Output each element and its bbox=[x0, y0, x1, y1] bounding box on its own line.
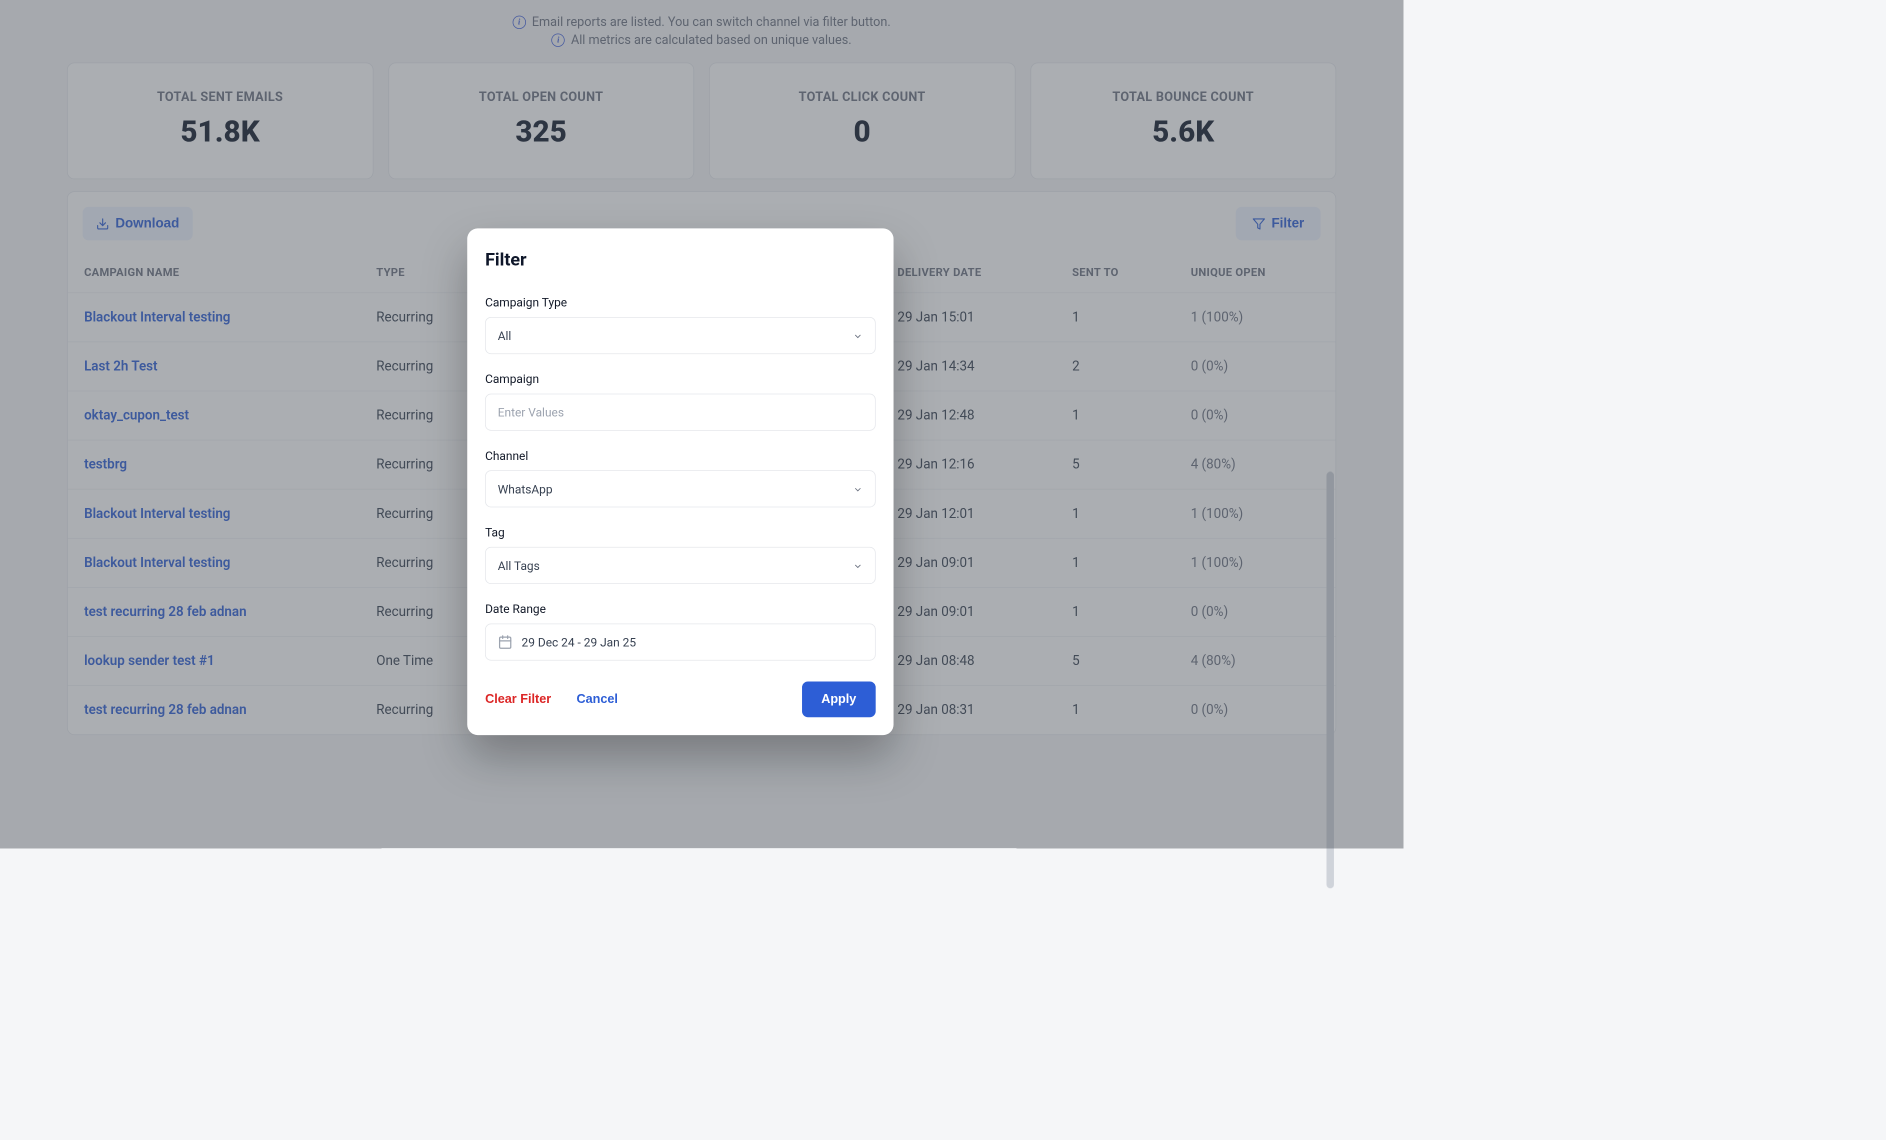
campaign-input[interactable]: Enter Values bbox=[485, 394, 876, 431]
date-range-value: 29 Dec 24 - 29 Jan 25 bbox=[522, 635, 637, 649]
date-range-label: Date Range bbox=[485, 602, 876, 616]
cancel-button[interactable]: Cancel bbox=[576, 692, 617, 707]
channel-select[interactable]: WhatsApp bbox=[485, 470, 876, 507]
modal-title: Filter bbox=[485, 249, 876, 270]
campaign-placeholder: Enter Values bbox=[498, 405, 564, 419]
channel-value: WhatsApp bbox=[498, 482, 553, 496]
chevron-down-icon bbox=[853, 330, 863, 340]
date-range-input[interactable]: 29 Dec 24 - 29 Jan 25 bbox=[485, 623, 876, 660]
campaign-type-label: Campaign Type bbox=[485, 295, 876, 309]
campaign-type-value: All bbox=[498, 328, 512, 342]
tag-label: Tag bbox=[485, 525, 876, 539]
calendar-icon bbox=[498, 635, 513, 650]
tag-value: All Tags bbox=[498, 558, 540, 572]
campaign-type-select[interactable]: All bbox=[485, 317, 876, 354]
campaign-label: Campaign bbox=[485, 372, 876, 386]
apply-button[interactable]: Apply bbox=[802, 682, 876, 718]
chevron-down-icon bbox=[853, 560, 863, 570]
channel-label: Channel bbox=[485, 449, 876, 463]
chevron-down-icon bbox=[853, 484, 863, 494]
clear-filter-button[interactable]: Clear Filter bbox=[485, 692, 551, 707]
filter-modal: Filter Campaign Type All Campaign Enter … bbox=[467, 228, 893, 735]
tag-select[interactable]: All Tags bbox=[485, 547, 876, 584]
